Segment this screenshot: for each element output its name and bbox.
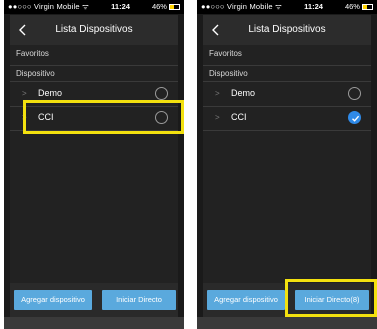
checked-radio-icon[interactable] bbox=[348, 111, 361, 124]
device-row-demo[interactable]: > Demo bbox=[203, 82, 371, 106]
device-label: CCI bbox=[231, 112, 247, 122]
chevron-right-icon[interactable]: > bbox=[22, 89, 27, 98]
divider bbox=[10, 65, 178, 66]
device-label: Demo bbox=[38, 88, 63, 98]
page-title: Lista Dispositivos bbox=[55, 24, 133, 35]
select-radio-icon[interactable] bbox=[155, 87, 168, 100]
battery-indicator: 46% bbox=[345, 0, 373, 14]
clock: 11:24 bbox=[111, 2, 130, 11]
status-bar: ●●○○○ Virgin Mobile ᯤ 11:24 46% bbox=[4, 0, 184, 14]
add-device-button[interactable]: Agregar dispositivo bbox=[14, 290, 92, 310]
carrier-label: ●●○○○ Virgin Mobile ᯤ bbox=[201, 2, 283, 11]
back-chevron-icon[interactable] bbox=[18, 24, 28, 36]
dialog-header: Lista Dispositivos bbox=[203, 15, 371, 45]
device-list-dialog: Lista Dispositivos Favoritos Dispositivo… bbox=[203, 15, 371, 317]
highlight-box-cci-row bbox=[23, 100, 184, 134]
add-device-button[interactable]: Agregar dispositivo bbox=[207, 290, 285, 310]
chevron-right-icon[interactable]: > bbox=[215, 113, 220, 122]
divider bbox=[203, 65, 371, 66]
highlight-box-start-live bbox=[285, 279, 377, 317]
background-tabbar bbox=[4, 317, 184, 329]
status-bar: ●●○○○ Virgin Mobile ᯤ 11:24 46% bbox=[197, 0, 377, 14]
battery-icon bbox=[168, 4, 180, 10]
favorites-section-label: Favoritos bbox=[16, 49, 49, 58]
dialog-header: Lista Dispositivos bbox=[10, 15, 178, 45]
battery-percent: 46% bbox=[151, 2, 167, 11]
device-label: Demo bbox=[231, 88, 256, 98]
clock: 11:24 bbox=[304, 2, 323, 11]
device-list-dialog: Lista Dispositivos Favoritos Dispositivo… bbox=[10, 15, 178, 317]
select-radio-icon[interactable] bbox=[348, 87, 361, 100]
carrier-label: ●●○○○ Virgin Mobile ᯤ bbox=[8, 2, 90, 11]
device-row-cci[interactable]: > CCI bbox=[203, 106, 371, 130]
dialog-footer: Agregar dispositivo Iniciar Directo bbox=[10, 283, 178, 317]
phone-screen-before: ●●○○○ Virgin Mobile ᯤ 11:24 46% Lista Di… bbox=[4, 0, 184, 329]
background-tabbar bbox=[197, 317, 377, 329]
divider bbox=[203, 130, 371, 131]
favorites-section-label: Favoritos bbox=[209, 49, 242, 58]
back-chevron-icon[interactable] bbox=[211, 24, 221, 36]
battery-icon bbox=[361, 4, 373, 10]
devices-section-label: Dispositivo bbox=[209, 69, 248, 78]
devices-section-label: Dispositivo bbox=[16, 69, 55, 78]
page-title: Lista Dispositivos bbox=[248, 24, 326, 35]
checkmark-icon bbox=[352, 115, 360, 122]
battery-percent: 46% bbox=[344, 2, 360, 11]
battery-indicator: 46% bbox=[152, 0, 180, 14]
start-live-button[interactable]: Iniciar Directo bbox=[102, 290, 176, 310]
chevron-right-icon[interactable]: > bbox=[215, 89, 220, 98]
comparison-screenshot: ●●○○○ Virgin Mobile ᯤ 11:24 46% Lista Di… bbox=[0, 0, 377, 329]
